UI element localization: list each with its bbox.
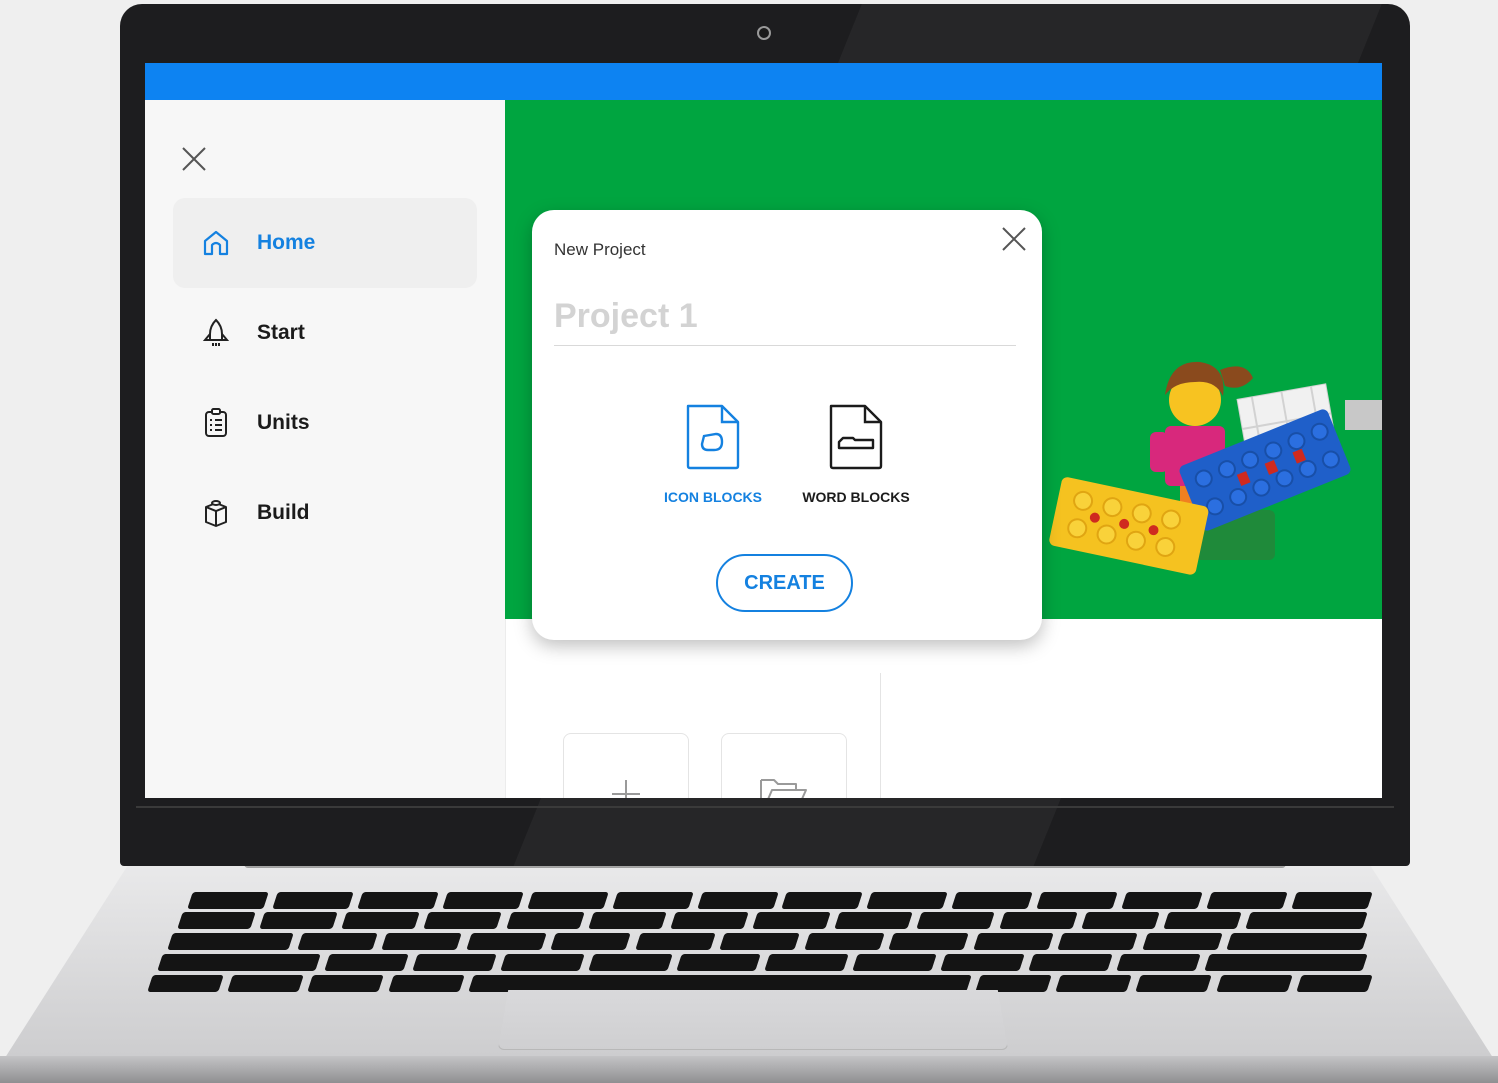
sidebar-item-label: Home <box>257 231 316 254</box>
sidebar-item-label: Units <box>257 411 310 434</box>
webcam-icon <box>757 26 771 40</box>
icon-blocks-label: ICON BLOCKS <box>664 489 762 505</box>
new-project-tile[interactable] <box>563 733 689 798</box>
laptop-base-edge <box>0 1056 1498 1083</box>
sidebar-item-start[interactable]: Start <box>173 288 477 378</box>
trackpad <box>498 990 1008 1050</box>
brick-icon <box>201 498 231 528</box>
sidebar-item-label: Build <box>257 501 310 524</box>
new-project-dialog: New Project ICON BLOCKS WORD BLOCKS CREA… <box>532 210 1042 640</box>
folder-open-icon <box>758 774 810 798</box>
home-icon <box>201 228 231 258</box>
project-name-input[interactable] <box>554 288 1016 346</box>
top-bar <box>145 63 1382 100</box>
sidebar-item-build[interactable]: Build <box>173 468 477 558</box>
keyboard <box>147 890 1380 992</box>
dialog-title: New Project <box>554 240 646 259</box>
word-blocks-label: WORD BLOCKS <box>802 489 910 505</box>
lego-minifigure-image <box>1049 361 1382 575</box>
create-button[interactable]: CREATE <box>716 554 853 612</box>
close-icon[interactable] <box>996 224 1032 260</box>
sidebar-item-label: Start <box>257 321 305 344</box>
word-blocks-file-icon <box>827 402 885 477</box>
icon-blocks-option[interactable]: ICON BLOCKS <box>643 402 783 505</box>
plus-icon <box>609 777 643 798</box>
sidebar-item-home[interactable]: Home <box>173 198 477 288</box>
icon-blocks-file-icon <box>684 402 742 477</box>
sidebar-item-units[interactable]: Units <box>173 378 477 468</box>
clipboard-icon <box>201 408 231 438</box>
open-project-tile[interactable] <box>721 733 847 798</box>
sidebar: Home Start Units Build <box>145 100 505 798</box>
word-blocks-option[interactable]: WORD BLOCKS <box>786 402 926 505</box>
rocket-icon <box>201 318 231 348</box>
close-icon[interactable] <box>179 144 209 174</box>
laptop-mockup: Home Start Units Build New Project Proje… <box>0 0 1498 1083</box>
